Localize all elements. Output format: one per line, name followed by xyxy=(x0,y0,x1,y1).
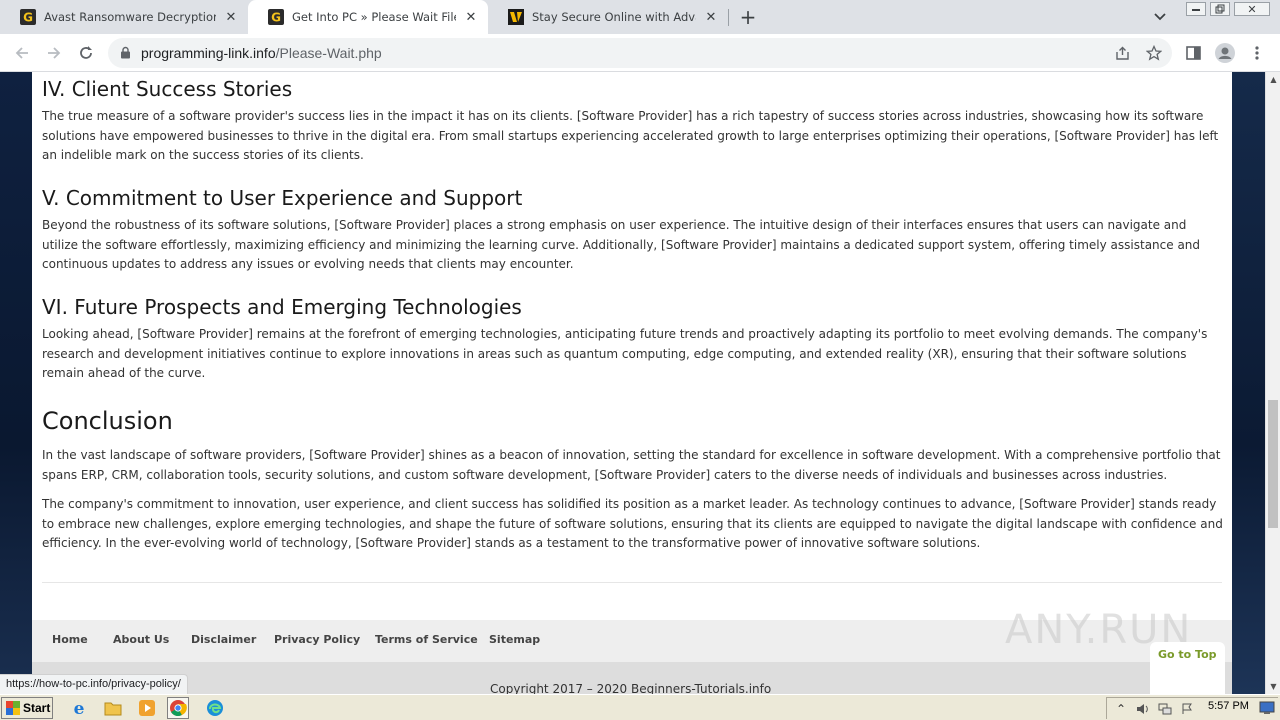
vertical-scrollbar[interactable]: ▲ ▼ xyxy=(1265,72,1280,694)
back-button[interactable] xyxy=(10,41,34,65)
side-panel-icon xyxy=(1185,46,1201,60)
share-icon xyxy=(1115,46,1129,60)
url-domain: programming-link.info xyxy=(141,45,276,61)
profile-button[interactable] xyxy=(1214,42,1236,64)
footer-link-sitemap[interactable]: Sitemap xyxy=(489,633,540,646)
page-background xyxy=(1232,72,1265,694)
reload-button[interactable] xyxy=(74,41,98,65)
network-icon[interactable] xyxy=(1157,701,1173,717)
scroll-up-arrow-icon[interactable]: ▲ xyxy=(1266,72,1280,87)
tab-title: Avast Ransomware Decryption Tools xyxy=(44,10,216,24)
menu-button[interactable] xyxy=(1246,42,1268,64)
taskbar-explorer[interactable] xyxy=(102,697,124,719)
show-desktop-button[interactable] xyxy=(1256,697,1278,719)
tab-get-into-pc[interactable]: G Get Into PC » Please Wait File Will St… xyxy=(248,0,488,34)
url-text[interactable]: programming-link.info/Please-Wait.php xyxy=(141,45,382,61)
desktop-icon xyxy=(1259,701,1275,714)
divider xyxy=(42,582,1222,583)
close-icon[interactable]: ✕ xyxy=(462,8,480,26)
svg-text:G: G xyxy=(23,11,33,25)
taskbar-edge[interactable] xyxy=(204,697,226,719)
footer-link-terms[interactable]: Terms of Service xyxy=(375,633,478,646)
taskbar-chrome[interactable] xyxy=(167,697,189,719)
new-tab-button[interactable]: + xyxy=(736,5,760,29)
system-tray: ⌃ xyxy=(1106,697,1278,719)
footer-link-privacy[interactable]: Privacy Policy xyxy=(274,633,360,646)
tab-avast[interactable]: G Avast Ransomware Decryption Tools ✕ xyxy=(0,0,248,34)
main-content: IV. Client Success Stories The true meas… xyxy=(32,72,1232,694)
arrow-left-icon xyxy=(15,47,28,59)
conclusion-paragraph: The company's commitment to innovation, … xyxy=(42,497,1223,550)
footer-link-home[interactable]: Home xyxy=(52,633,88,646)
taskbar-ie[interactable]: e xyxy=(68,697,90,719)
tab-title: Get Into PC » Please Wait File Will St xyxy=(292,10,456,24)
svg-text:G: G xyxy=(271,11,281,25)
browser-toolbar: programming-link.info/Please-Wait.php xyxy=(0,34,1280,72)
taskbar-media[interactable] xyxy=(136,697,158,719)
close-icon[interactable]: ✕ xyxy=(702,8,720,26)
forward-button[interactable] xyxy=(42,41,66,65)
bookmark-button[interactable] xyxy=(1144,43,1164,63)
volume-icon[interactable] xyxy=(1135,701,1151,717)
chevron-up-icon[interactable]: ⌃ xyxy=(1113,701,1129,717)
tab-separator xyxy=(728,9,729,26)
section-paragraph: Beyond the robustness of its software so… xyxy=(42,218,1201,271)
star-icon xyxy=(1146,45,1162,61)
tab-norton[interactable]: Stay Secure Online with Advanced A ✕ xyxy=(488,0,728,34)
more-vert-icon xyxy=(1255,46,1259,60)
tab-title: Stay Secure Online with Advanced A xyxy=(532,10,696,24)
g-icon: G xyxy=(20,9,36,25)
go-to-top-label: Go to Top xyxy=(1158,648,1217,661)
section-heading: VI. Future Prospects and Emerging Techno… xyxy=(42,295,522,319)
close-window-button[interactable]: ✕ xyxy=(1234,2,1270,16)
footer-link-about[interactable]: About Us xyxy=(113,633,169,646)
restore-icon xyxy=(1215,4,1225,14)
taskbar-clock[interactable]: 5:57 PM xyxy=(1208,700,1249,712)
avatar-icon xyxy=(1215,43,1235,63)
share-button[interactable] xyxy=(1112,43,1132,63)
go-to-top-button[interactable]: Go to Top xyxy=(1150,642,1225,694)
footer-link-disclaimer[interactable]: Disclaimer xyxy=(191,633,256,646)
flag-icon[interactable] xyxy=(1179,701,1195,717)
minimize-button[interactable] xyxy=(1186,2,1206,16)
footer-bottom: Copyright 2017 – 2020 Beginners-Tutorial… xyxy=(32,662,1232,694)
folder-icon xyxy=(104,702,122,716)
arrow-right-icon xyxy=(48,47,61,59)
media-player-icon xyxy=(139,700,155,716)
edge-icon xyxy=(207,700,223,716)
norton-icon xyxy=(508,9,524,25)
minimize-icon xyxy=(1192,9,1200,11)
g-icon: G xyxy=(268,9,284,25)
section-paragraph: The true measure of a software provider'… xyxy=(42,109,1219,162)
close-icon: ✕ xyxy=(1247,2,1257,16)
conclusion-heading: Conclusion xyxy=(42,407,173,435)
scrollbar-thumb[interactable] xyxy=(1268,400,1278,528)
lock-icon[interactable] xyxy=(120,46,131,59)
conclusion-paragraph: In the vast landscape of software provid… xyxy=(42,448,1221,482)
internet-explorer-icon: e xyxy=(74,699,85,717)
status-bubble-url: https://how-to-pc.info/privacy-policy/ xyxy=(0,674,188,694)
taskbar: Start e ⌃ 5:57 PM xyxy=(0,694,1280,720)
page-background xyxy=(0,72,32,694)
restore-button[interactable] xyxy=(1210,2,1230,16)
start-button[interactable]: Start xyxy=(1,697,53,719)
chevron-down-icon xyxy=(1154,13,1166,21)
section-paragraph: Looking ahead, [Software Provider] remai… xyxy=(42,327,1208,380)
windows-logo-icon xyxy=(6,701,20,715)
tab-strip: G Avast Ransomware Decryption Tools ✕ G … xyxy=(0,0,1280,34)
section-heading: IV. Client Success Stories xyxy=(42,77,293,101)
address-bar[interactable]: programming-link.info/Please-Wait.php xyxy=(108,38,1172,68)
scroll-down-arrow-icon[interactable]: ▼ xyxy=(1266,679,1280,694)
chrome-icon xyxy=(170,700,187,716)
side-panel-button[interactable] xyxy=(1182,42,1204,64)
tab-search-button[interactable] xyxy=(1150,7,1170,27)
copyright-text: Copyright 2017 – 2020 Beginners-Tutorial… xyxy=(490,682,772,694)
reload-icon xyxy=(80,46,92,59)
section-heading: V. Commitment to User Experience and Sup… xyxy=(42,186,523,210)
url-path: /Please-Wait.php xyxy=(275,45,382,61)
page-viewport: IV. Client Success Stories The true meas… xyxy=(0,72,1280,694)
close-icon[interactable]: ✕ xyxy=(222,8,240,26)
svg-text:e: e xyxy=(74,699,85,717)
start-label: Start xyxy=(23,701,51,715)
